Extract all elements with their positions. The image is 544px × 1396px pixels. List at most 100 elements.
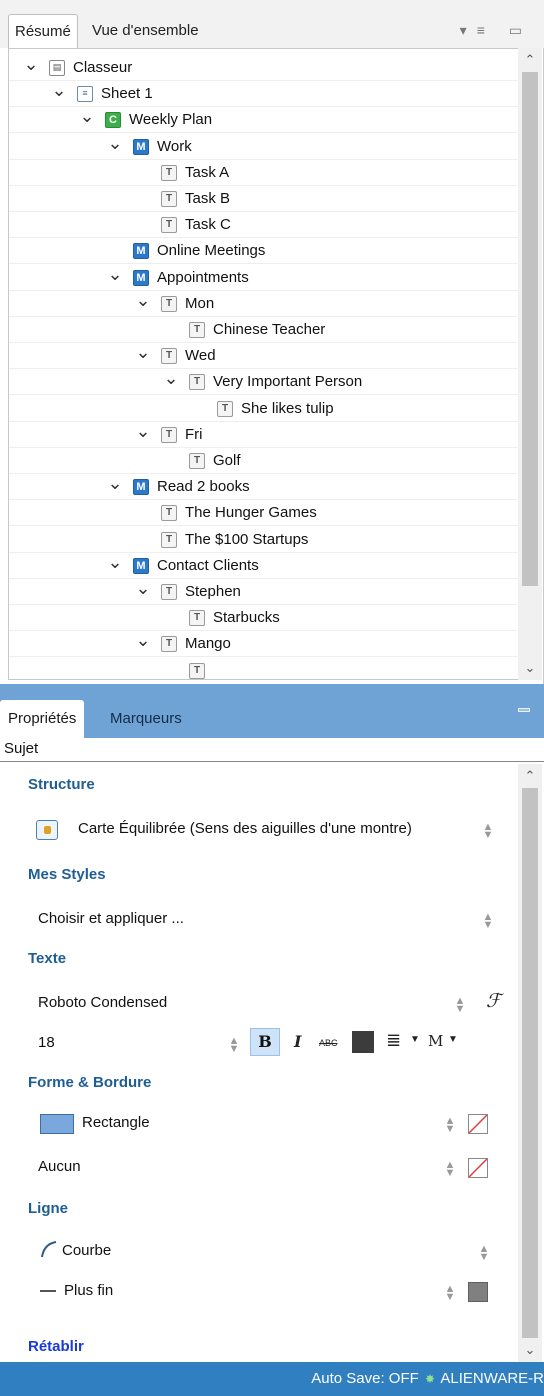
font-size-select[interactable]: 18	[38, 1034, 55, 1051]
shape-spinner-icon[interactable]: ▲ ▼	[444, 1116, 456, 1135]
tree-row[interactable]: ⌄ M Appointments	[9, 265, 518, 291]
align-dropdown-icon[interactable]: ▼	[410, 1034, 420, 1045]
outline-tree: ⌄ ▤ Classeur ⌄ ≡ Sheet 1 ⌄ C Weekly Plan ⌄ M Work T T…	[8, 48, 518, 680]
tree-row-label: Task C	[185, 216, 231, 234]
expand-chevron-icon[interactable]: ⌄	[135, 422, 151, 448]
font-select[interactable]: Roboto Condensed	[38, 994, 167, 1011]
props-scroll-thumb[interactable]	[522, 788, 538, 1338]
tree-row[interactable]: ⌄ T Fri	[9, 422, 518, 448]
tree-row[interactable]: ⌄ M Read 2 books	[9, 474, 518, 501]
border-spinner-icon[interactable]: ▲ ▼	[444, 1160, 456, 1179]
props-scroll-down-icon[interactable]: ⌄	[518, 1338, 542, 1362]
tab-resume[interactable]: Résumé	[8, 14, 78, 48]
expand-chevron-icon[interactable]: ⌄	[135, 291, 151, 317]
tree-row[interactable]: ⌄ T Very Important Person	[9, 369, 518, 396]
subtopic-icon: T	[161, 531, 177, 548]
tree-row[interactable]: ⌄ M Contact Clients	[9, 553, 518, 579]
tree-row-label: Online Meetings	[157, 242, 266, 260]
tree-row-label: Task B	[185, 190, 231, 207]
bold-button[interactable]: B	[250, 1028, 280, 1056]
tree-row[interactable]: T Golf	[9, 448, 518, 474]
line-style-spinner-icon[interactable]: ▲ ▼	[478, 1244, 490, 1263]
bold-icon: B	[258, 1032, 272, 1051]
tree-row[interactable]: T The $100 Startups	[9, 527, 518, 553]
text-case-dropdown-icon[interactable]: ▼	[448, 1034, 458, 1045]
workbook-icon: ▤	[49, 60, 65, 76]
line-style-select[interactable]: Courbe	[62, 1242, 111, 1259]
structure-select[interactable]: Carte Équilibrée (Sens des aiguilles d'u…	[78, 820, 412, 837]
tree-row[interactable]: ⌄ T Wed	[9, 343, 518, 370]
expand-chevron-icon[interactable]: ⌄	[23, 55, 39, 81]
tree-row[interactable]: M Online Meetings	[9, 238, 518, 265]
section-shape: Forme & Bordure	[28, 1074, 152, 1091]
tree-row-label: Wed	[185, 347, 216, 365]
tree-row[interactable]: T	[9, 658, 518, 679]
props-scroll-up-icon[interactable]: ⌃	[518, 764, 542, 788]
text-case-icon[interactable]: M	[428, 1032, 443, 1050]
styles-select[interactable]: Choisir et appliquer ...	[38, 910, 184, 927]
tree-row[interactable]: T The Hunger Games	[9, 500, 518, 527]
expand-chevron-icon[interactable]: ⌄	[107, 474, 123, 500]
outline-scrollbar[interactable]: ⌃ ⌄	[518, 48, 542, 680]
font-spinner-icon[interactable]: ▲ ▼	[454, 996, 466, 1015]
structure-spinner-icon[interactable]: ▲ ▼	[482, 822, 494, 841]
italic-icon[interactable]: I	[294, 1032, 301, 1051]
fill-none-icon[interactable]	[468, 1114, 488, 1134]
expand-chevron-icon[interactable]: ⌄	[135, 579, 151, 605]
properties-scrollbar[interactable]: ⌃ ⌄	[518, 764, 542, 1362]
line-width-select[interactable]: Plus fin	[64, 1282, 113, 1299]
tree-row[interactable]: T Starbucks	[9, 605, 518, 632]
shape-select[interactable]: Rectangle	[82, 1114, 150, 1131]
expand-chevron-icon[interactable]: ⌄	[107, 265, 123, 291]
tree-row-label: Mon	[185, 294, 215, 312]
reset-link[interactable]: Rétablir	[28, 1338, 84, 1355]
font-style-icon[interactable]: ℱ	[486, 990, 501, 1012]
tree-row[interactable]: T She likes tulip	[9, 396, 518, 422]
expand-chevron-icon[interactable]: ⌄	[163, 369, 179, 395]
tree-row[interactable]: T Task C	[9, 212, 518, 239]
tree-row-label: Starbucks	[213, 609, 280, 627]
size-spinner-icon[interactable]: ▲ ▼	[228, 1036, 240, 1055]
expand-chevron-icon[interactable]: ⌄	[135, 631, 151, 657]
subtopic-icon: T	[161, 426, 177, 443]
view-menu-icon[interactable]: ▾≡ ▭	[460, 22, 532, 39]
tab-properties[interactable]: Propriétés	[0, 700, 85, 738]
border-select[interactable]: Aucun	[38, 1158, 81, 1175]
text-color-button[interactable]	[352, 1031, 374, 1053]
tab-overview[interactable]: Vue d'ensemble	[86, 14, 205, 48]
line-width-spinner-icon[interactable]: ▲ ▼	[444, 1284, 456, 1303]
minimize-icon[interactable]	[518, 708, 530, 712]
scroll-up-icon[interactable]: ⌃	[518, 48, 542, 72]
scroll-thumb[interactable]	[522, 72, 538, 586]
autosave-status[interactable]: Auto Save: OFF	[311, 1370, 419, 1387]
expand-chevron-icon[interactable]: ⌄	[51, 81, 67, 107]
tree-row[interactable]: ⌄ ▤ Classeur	[9, 55, 518, 81]
tab-markers[interactable]: Marqueurs	[102, 700, 190, 738]
expand-chevron-icon[interactable]: ⌄	[79, 107, 95, 133]
expand-chevron-icon[interactable]: ⌄	[107, 134, 123, 160]
section-styles: Mes Styles	[28, 866, 106, 883]
tree-row[interactable]: ⌄ M Work	[9, 134, 518, 160]
curve-line-icon	[40, 1240, 58, 1258]
tree-row-label: Contact Clients	[157, 556, 259, 574]
line-color-button[interactable]	[468, 1282, 488, 1302]
expand-chevron-icon[interactable]: ⌄	[135, 343, 151, 369]
strikethrough-icon[interactable]: ABC	[319, 1038, 338, 1048]
tree-row-label: Very Important Person	[213, 373, 363, 391]
tree-row[interactable]: T Task A	[9, 160, 518, 186]
tree-row[interactable]: ⌄ ≡ Sheet 1	[9, 81, 518, 108]
subtopic-icon: T	[161, 217, 177, 234]
subject-label: Sujet	[0, 738, 544, 762]
border-color-none-icon[interactable]	[468, 1158, 488, 1178]
expand-chevron-icon[interactable]: ⌄	[107, 553, 123, 579]
tree-row[interactable]: ⌄ T Mon	[9, 291, 518, 317]
tree-row[interactable]: T Task B	[9, 186, 518, 212]
tree-row[interactable]: ⌄ T Mango	[9, 631, 518, 658]
tree-row[interactable]: ⌄ T Stephen	[9, 579, 518, 605]
tree-row[interactable]: ⌄ C Weekly Plan	[9, 107, 518, 134]
align-icon[interactable]: ≣	[386, 1030, 401, 1051]
scroll-down-icon[interactable]: ⌄	[518, 656, 542, 680]
tree-row[interactable]: T Chinese Teacher	[9, 317, 518, 343]
section-structure: Structure	[28, 776, 95, 793]
styles-spinner-icon[interactable]: ▲ ▼	[482, 912, 494, 931]
